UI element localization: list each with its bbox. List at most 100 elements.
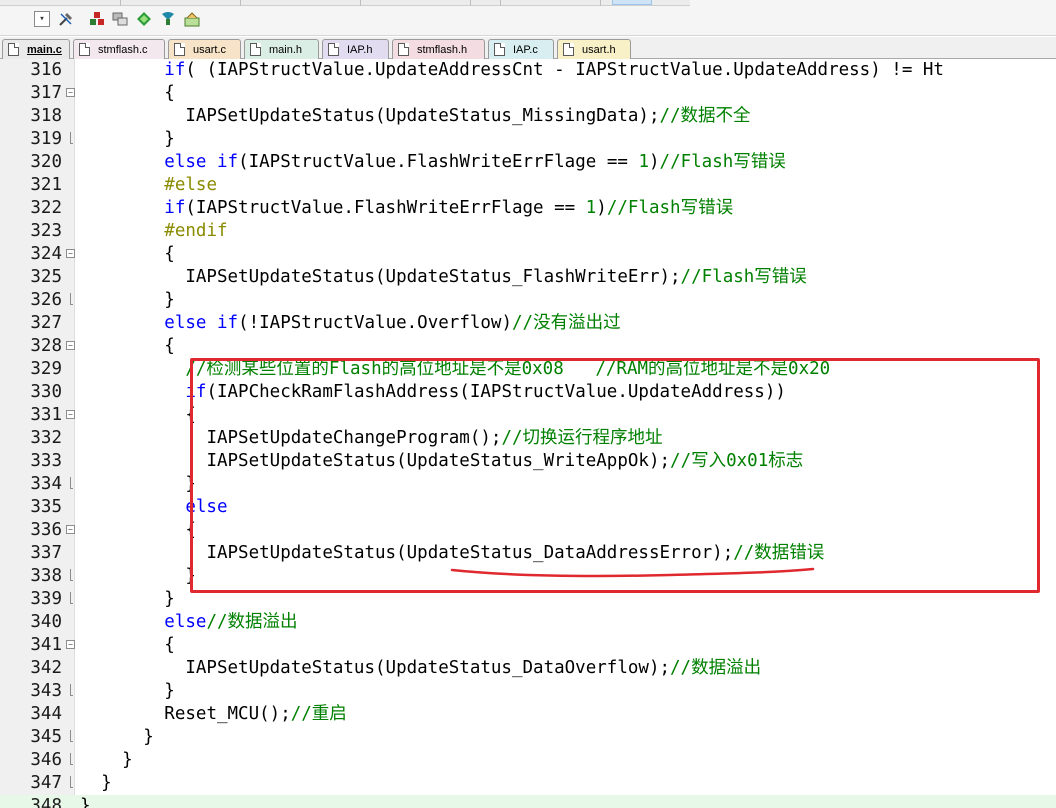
line-number: 326 bbox=[30, 290, 62, 310]
line-number: 317 bbox=[30, 83, 62, 103]
code-token: else if bbox=[164, 313, 239, 333]
code-token: //没有溢出过 bbox=[512, 313, 621, 333]
code-line[interactable]: 347 } bbox=[0, 772, 1056, 795]
code-line[interactable]: 341− { bbox=[0, 634, 1056, 657]
code-token: { bbox=[164, 635, 175, 655]
code-line[interactable]: 343 } bbox=[0, 680, 1056, 703]
code-text: Reset_MCU();//重启 bbox=[80, 703, 347, 726]
code-token: //Flash写错误 bbox=[606, 198, 734, 218]
code-line[interactable]: 316 if( (IAPStructValue.UpdateAddressCnt… bbox=[0, 59, 1056, 82]
tab-stmflash-h[interactable]: stmflash.h bbox=[392, 39, 485, 59]
toolbar-top-strip bbox=[0, 0, 690, 6]
code-line[interactable]: 324− { bbox=[0, 243, 1056, 266]
code-text: } bbox=[80, 772, 112, 795]
line-number: 320 bbox=[30, 152, 62, 172]
tab-label: main.c bbox=[27, 43, 62, 56]
line-number: 323 bbox=[30, 221, 62, 241]
fold-toggle-icon[interactable]: − bbox=[66, 640, 75, 649]
build-icon[interactable] bbox=[88, 10, 106, 28]
code-line[interactable]: 317− { bbox=[0, 82, 1056, 105]
line-number: 345 bbox=[30, 727, 62, 747]
code-line[interactable]: 340 else//数据溢出 bbox=[0, 611, 1056, 634]
line-number: 316 bbox=[30, 60, 62, 80]
code-text: if(IAPStructValue.FlashWriteErrFlage == … bbox=[80, 197, 733, 220]
code-token: } bbox=[80, 796, 91, 808]
code-line[interactable]: 318 IAPSetUpdateStatus(UpdateStatus_Miss… bbox=[0, 105, 1056, 128]
code-line[interactable]: 325 IAPSetUpdateStatus(UpdateStatus_Flas… bbox=[0, 266, 1056, 289]
fold-toggle-icon[interactable]: − bbox=[66, 249, 75, 258]
fold-toggle-icon[interactable]: − bbox=[66, 341, 75, 350]
code-line[interactable]: 342 IAPSetUpdateStatus(UpdateStatus_Data… bbox=[0, 657, 1056, 680]
file-icon bbox=[79, 43, 90, 56]
line-number: 329 bbox=[30, 359, 62, 379]
highlight-box bbox=[190, 358, 1040, 593]
line-number: 341 bbox=[30, 635, 62, 655]
code-token: ) bbox=[648, 152, 660, 172]
code-token: if bbox=[164, 60, 186, 80]
dropdown-arrow-icon[interactable]: ▾ bbox=[34, 11, 50, 27]
code-text: } bbox=[80, 588, 175, 611]
line-number: 325 bbox=[30, 267, 62, 287]
file-icon bbox=[563, 43, 574, 56]
code-text: #endif bbox=[80, 220, 227, 243]
code-line[interactable]: 320 else if(IAPStructValue.FlashWriteErr… bbox=[0, 151, 1056, 174]
line-number: 330 bbox=[30, 382, 62, 402]
tab-main-c[interactable]: main.c bbox=[2, 39, 70, 59]
code-line[interactable]: 328− { bbox=[0, 335, 1056, 358]
line-number: 340 bbox=[30, 612, 62, 632]
fold-end-marker bbox=[70, 293, 73, 305]
code-line[interactable]: 321 #else bbox=[0, 174, 1056, 197]
code-text: } bbox=[80, 795, 91, 808]
file-icon bbox=[250, 43, 261, 56]
file-tab-bar: main.c stmflash.c usart.c main.h IAP.h s… bbox=[0, 37, 1056, 59]
code-token: if bbox=[164, 198, 186, 218]
code-token: 1 bbox=[638, 152, 649, 172]
tab-usart-h[interactable]: usart.h bbox=[557, 39, 631, 59]
code-line[interactable]: 327 else if(!IAPStructValue.Overflow)//没… bbox=[0, 312, 1056, 335]
line-number: 339 bbox=[30, 589, 62, 609]
code-text: else//数据溢出 bbox=[80, 611, 297, 634]
line-number: 348 bbox=[30, 796, 62, 808]
code-editor[interactable]: 316 if( (IAPStructValue.UpdateAddressCnt… bbox=[0, 59, 1056, 808]
code-text: } bbox=[80, 128, 175, 151]
fold-end-marker bbox=[70, 569, 73, 581]
tab-stmflash-c[interactable]: stmflash.c bbox=[73, 39, 165, 59]
code-line[interactable]: 319 } bbox=[0, 128, 1056, 151]
tools-icon[interactable] bbox=[57, 10, 75, 28]
file-icon bbox=[174, 43, 185, 56]
code-token: Reset_MCU(); bbox=[164, 704, 291, 724]
code-text: else if(!IAPStructValue.Overflow)//没有溢出过 bbox=[80, 312, 621, 335]
tab-usart-c[interactable]: usart.c bbox=[168, 39, 241, 59]
code-line[interactable]: 326 } bbox=[0, 289, 1056, 312]
file-icon bbox=[8, 43, 19, 56]
code-token: } bbox=[164, 290, 175, 310]
code-text: { bbox=[80, 82, 175, 105]
manage-icon[interactable] bbox=[183, 10, 201, 28]
code-line[interactable]: 323 #endif bbox=[0, 220, 1056, 243]
line-number: 335 bbox=[30, 497, 62, 517]
code-line[interactable]: 346 } bbox=[0, 749, 1056, 772]
windows-icon[interactable] bbox=[111, 10, 129, 28]
tab-iap-c[interactable]: IAP.c bbox=[488, 39, 554, 59]
download-icon[interactable] bbox=[159, 10, 177, 28]
fold-toggle-icon[interactable]: − bbox=[66, 410, 75, 419]
code-line[interactable]: 322 if(IAPStructValue.FlashWriteErrFlage… bbox=[0, 197, 1056, 220]
fold-toggle-icon[interactable]: − bbox=[66, 525, 75, 534]
code-line[interactable]: 348} bbox=[0, 795, 1056, 808]
code-token: (IAPStructValue.FlashWriteErrFlage == bbox=[185, 198, 586, 218]
tab-iap-h[interactable]: IAP.h bbox=[322, 39, 389, 59]
file-icon bbox=[328, 43, 339, 56]
code-token: { bbox=[164, 336, 175, 356]
fold-toggle-icon[interactable]: − bbox=[66, 88, 75, 97]
code-token: //Flash写错误 bbox=[680, 267, 807, 287]
tab-main-h[interactable]: main.h bbox=[244, 39, 319, 59]
code-line[interactable]: 345 } bbox=[0, 726, 1056, 749]
code-text: } bbox=[80, 680, 175, 703]
code-text: } bbox=[80, 749, 133, 772]
fold-end-marker bbox=[70, 477, 73, 489]
diamond-icon[interactable] bbox=[135, 10, 153, 28]
code-token: //Flash写错误 bbox=[659, 152, 786, 172]
code-token: IAPSetUpdateStatus(UpdateStatus_FlashWri… bbox=[185, 267, 681, 287]
code-line[interactable]: 344 Reset_MCU();//重启 bbox=[0, 703, 1056, 726]
line-number: 322 bbox=[30, 198, 62, 218]
